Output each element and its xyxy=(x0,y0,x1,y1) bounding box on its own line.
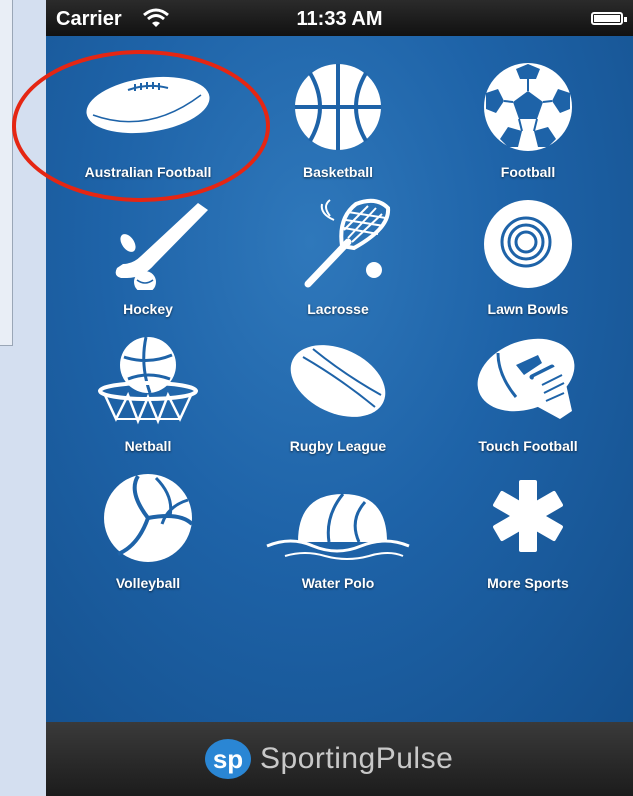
status-bar: Carrier 11:33 AM xyxy=(46,0,633,36)
soccer-ball-icon xyxy=(484,63,572,151)
sport-label: Lawn Bowls xyxy=(487,301,569,317)
sport-label: Netball xyxy=(124,438,172,454)
sport-label: More Sports xyxy=(487,575,569,591)
sport-label: Rugby League xyxy=(289,438,387,454)
sportingpulse-logo: sp xyxy=(205,739,251,779)
sport-label: Volleyball xyxy=(115,575,181,591)
touch-football-icon xyxy=(477,338,575,419)
sport-tile-australian-football[interactable]: Australian Football xyxy=(53,61,243,191)
sport-tile-lawn-bowls[interactable]: Lawn Bowls xyxy=(433,198,623,328)
asterisk-icon xyxy=(493,480,563,552)
status-time: 11:33 AM xyxy=(296,8,383,30)
lawn-bowl-icon xyxy=(484,200,572,288)
background-side-panel xyxy=(0,0,13,346)
hockey-stick-icon xyxy=(115,203,208,290)
battery-icon xyxy=(591,12,627,25)
phone-screen: Carrier 11:33 AM Australian Football Bas… xyxy=(46,0,633,796)
sport-tile-basketball[interactable]: Basketball xyxy=(243,61,433,191)
sport-tile-rugby-league[interactable]: Rugby League xyxy=(243,335,433,465)
sports-grid: Australian Football Basketball Football … xyxy=(46,36,633,722)
sport-label: Australian Football xyxy=(84,164,212,180)
sport-label: Hockey xyxy=(123,301,173,317)
water-polo-icon xyxy=(266,493,410,560)
footer-bar: sp SportingPulse xyxy=(46,722,633,796)
sport-tile-water-polo[interactable]: Water Polo xyxy=(243,472,433,602)
volleyball-icon xyxy=(104,474,194,562)
sport-label: Football xyxy=(500,164,556,180)
svg-text:sp: sp xyxy=(213,744,243,774)
sport-tile-touch-football[interactable]: Touch Football xyxy=(433,335,623,465)
sport-label: Lacrosse xyxy=(307,301,369,317)
sport-tile-lacrosse[interactable]: Lacrosse xyxy=(243,198,433,328)
rugby-ball-icon xyxy=(290,345,386,417)
sport-tile-football[interactable]: Football xyxy=(433,61,623,191)
footer-brand: SportingPulse xyxy=(260,742,454,775)
sport-tile-more-sports[interactable]: More Sports xyxy=(433,472,623,602)
sport-tile-hockey[interactable]: Hockey xyxy=(53,198,243,328)
netball-icon xyxy=(98,336,198,425)
sport-label: Touch Football xyxy=(478,438,578,454)
basketball-icon xyxy=(295,64,381,150)
australian-football-icon xyxy=(86,76,210,134)
sport-tile-netball[interactable]: Netball xyxy=(53,335,243,465)
sport-label: Water Polo xyxy=(301,575,375,591)
lacrosse-stick-icon xyxy=(304,198,391,288)
sport-label: Basketball xyxy=(302,164,374,180)
sport-tile-volleyball[interactable]: Volleyball xyxy=(53,472,243,602)
